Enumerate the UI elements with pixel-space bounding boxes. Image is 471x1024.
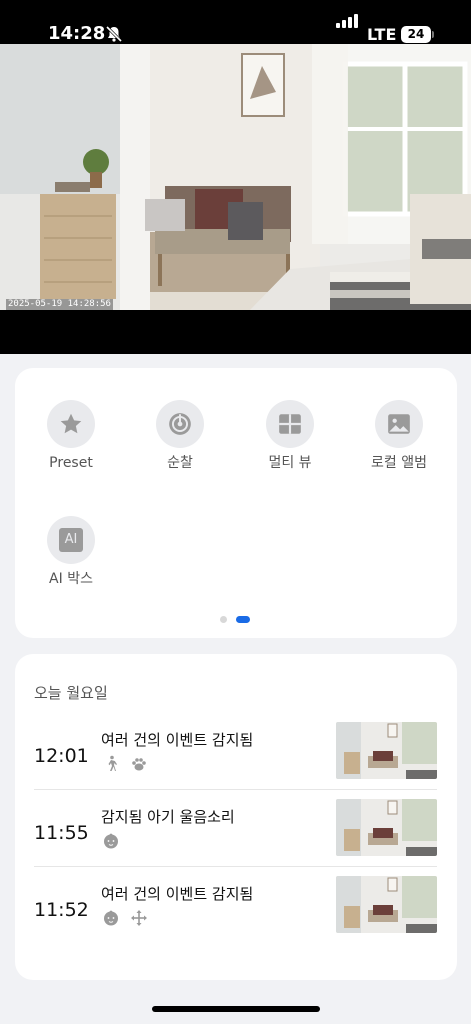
preset-button[interactable]: Preset — [21, 400, 121, 472]
event-title: 감지됨 아기 울음소리 — [101, 808, 235, 826]
baby-face-icon — [102, 832, 120, 850]
event-type-icons — [102, 832, 120, 850]
patrol-button[interactable]: 순찰 — [130, 400, 230, 472]
video-timestamp: 2025-05-19 14:28:56 — [6, 299, 113, 310]
bell-off-icon — [105, 25, 123, 43]
album-icon — [375, 400, 423, 448]
events-date-header: 오늘 월요일 — [34, 684, 108, 702]
local-album-label: 로컬 앨범 — [371, 455, 427, 471]
feature-menu-card: Preset 순찰 멀티 뷰 로컬 앨범 AI AI 박스 — [15, 368, 457, 638]
status-time: 14:28 — [48, 23, 106, 44]
event-divider — [34, 866, 437, 867]
event-row[interactable]: 12:01 여러 건의 이벤트 감지됨 — [34, 722, 437, 799]
local-album-button[interactable]: 로컬 앨범 — [349, 400, 449, 472]
event-thumbnail[interactable] — [336, 799, 437, 856]
multi-view-button[interactable]: 멀티 뷰 — [240, 400, 340, 472]
battery-tip — [432, 31, 434, 38]
baby-face-icon — [102, 909, 120, 927]
motion-arrows-icon — [130, 909, 148, 927]
event-time: 12:01 — [34, 745, 89, 767]
event-type-icons — [102, 755, 148, 773]
event-title: 여러 건의 이벤트 감지됨 — [101, 885, 254, 903]
preset-label: Preset — [49, 455, 93, 471]
page-dot-2-active[interactable] — [236, 616, 250, 623]
event-thumbnail[interactable] — [336, 876, 437, 933]
home-indicator[interactable] — [152, 1006, 320, 1012]
ai-box-icon: AI — [47, 516, 95, 564]
battery-icon: 24 — [401, 26, 431, 43]
event-row[interactable]: 11:52 여러 건의 이벤트 감지됨 — [34, 876, 437, 953]
patrol-icon — [156, 400, 204, 448]
ai-box-icon-text: AI — [59, 528, 83, 552]
star-icon — [47, 400, 95, 448]
patrol-label: 순찰 — [167, 455, 193, 471]
event-thumbnail[interactable] — [336, 722, 437, 779]
network-label: LTE — [367, 25, 397, 44]
ai-box-button[interactable]: AI AI 박스 — [21, 516, 121, 588]
event-row[interactable]: 11:55 감지됨 아기 울음소리 — [34, 799, 437, 876]
event-time: 11:55 — [34, 822, 89, 844]
ai-box-label: AI 박스 — [49, 571, 93, 587]
person-walking-icon — [102, 755, 120, 773]
battery-level: 24 — [407, 27, 425, 41]
event-time: 11:52 — [34, 899, 89, 921]
camera-feed-image — [0, 44, 471, 310]
event-divider — [34, 789, 437, 790]
camera-live-view[interactable]: 2025-05-19 14:28:56 — [0, 44, 471, 354]
event-type-icons — [102, 909, 148, 927]
page-dot-1[interactable] — [220, 616, 227, 623]
multi-view-icon — [266, 400, 314, 448]
events-card: 오늘 월요일 12:01 여러 건의 이벤트 감지됨 11:55 감지됨 아기 … — [15, 654, 457, 980]
status-bar: 14:28 LTE 24 — [0, 0, 471, 44]
event-title: 여러 건의 이벤트 감지됨 — [101, 731, 254, 749]
paw-icon — [130, 755, 148, 773]
multi-view-label: 멀티 뷰 — [268, 455, 312, 471]
